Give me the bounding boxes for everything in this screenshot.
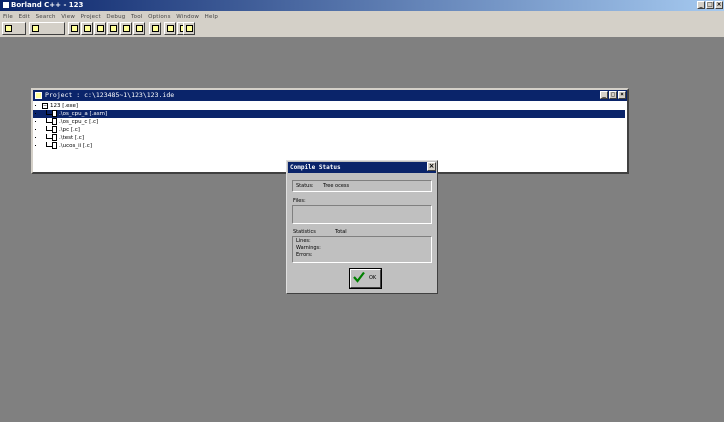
toolbar-search-button[interactable] — [68, 22, 80, 35]
minimize-button[interactable]: _ — [697, 1, 705, 9]
statistics-label: Statistics — [293, 229, 316, 235]
tree-node-label: .\test [.c] — [59, 135, 84, 141]
tree-bullet — [35, 129, 36, 130]
new-file-icon — [5, 25, 12, 32]
statistics-panel: Lines: Warnings: Errors: — [292, 236, 432, 263]
project-window-title-bar[interactable]: Project : c:\123485~1\123\123.ide _ □ × — [33, 90, 627, 101]
files-panel — [292, 205, 432, 224]
toolbar-run-button[interactable] — [133, 22, 145, 35]
files-label: Files: — [293, 198, 306, 204]
borland-app-icon[interactable] — [2, 1, 10, 9]
browse-icon — [186, 25, 193, 32]
tree-node-ucos-ii[interactable]: .\ucos_ii [.c] — [33, 142, 627, 150]
toolbar-new-open-button[interactable] — [2, 22, 26, 35]
source-file-icon — [52, 118, 57, 125]
source-file-icon — [52, 134, 57, 141]
ok-button[interactable]: OK — [349, 268, 382, 289]
tree-bullet — [35, 145, 36, 146]
compile-icon — [97, 25, 104, 32]
status-label: Status: — [296, 183, 314, 189]
ok-label: OK — [369, 275, 377, 281]
build-icon — [123, 25, 130, 32]
project-maximize-button[interactable]: □ — [609, 91, 617, 99]
menu-bar: File Edit Search View Project Debug Tool… — [0, 11, 724, 21]
source-file-icon — [52, 142, 57, 149]
total-label: Total — [335, 229, 347, 235]
run-icon — [136, 25, 143, 32]
lines-label: Lines: — [296, 238, 311, 244]
toolbar-browse-button[interactable] — [183, 22, 195, 35]
close-button[interactable]: × — [715, 1, 723, 9]
errors-label: Errors: — [296, 252, 313, 258]
toolbar-build-button[interactable] — [120, 22, 132, 35]
tree-root-node[interactable]: − 123 [.exe] — [33, 102, 627, 110]
toolbar-edit-group-button[interactable] — [29, 22, 65, 35]
checkmark-icon — [353, 271, 365, 283]
app-title: Borland C++ - 123 — [11, 1, 84, 9]
warnings-label: Warnings: — [296, 245, 321, 251]
tree-node-os-cpu-c[interactable]: .\os_cpu_c [.c] — [33, 118, 627, 126]
tree-bullet — [35, 137, 36, 138]
tree-bullet — [35, 113, 36, 114]
tree-node-pc[interactable]: .\pc [.c] — [33, 126, 627, 134]
status-value: Tree ocess — [323, 183, 350, 189]
make-icon — [110, 25, 117, 32]
toolbar-compile-button[interactable] — [94, 22, 106, 35]
source-file-icon — [52, 110, 57, 117]
compile-status-title-bar[interactable]: Compile Status — [288, 162, 436, 173]
tree-bullet — [35, 121, 36, 122]
toolbar-project-button[interactable] — [164, 22, 176, 35]
project-window-title: Project : c:\123485~1\123\123.ide — [45, 91, 175, 99]
status-panel: Status: Tree ocess — [292, 180, 432, 192]
toolbar-help-button[interactable] — [149, 22, 161, 35]
tree-node-label: .\pc [.c] — [59, 127, 80, 133]
cut-copy-icon — [32, 25, 39, 32]
collapse-icon[interactable]: − — [42, 103, 48, 109]
project-icon — [35, 92, 42, 99]
tree-node-label: .\ucos_ii [.c] — [59, 143, 92, 149]
tree-node-os-cpu-a[interactable]: .\os_cpu_a [.asm] — [33, 110, 625, 118]
project-minimize-button[interactable]: _ — [600, 91, 608, 99]
toolbar-make-button[interactable] — [107, 22, 119, 35]
project-icon — [167, 25, 174, 32]
compile-status-title: Compile Status — [290, 164, 341, 171]
source-file-icon — [52, 126, 57, 133]
tree-node-label: .\os_cpu_a [.asm] — [59, 110, 108, 118]
search-icon — [71, 25, 78, 32]
dialog-close-button[interactable]: × — [427, 162, 436, 171]
toolbar-debug-button[interactable] — [81, 22, 93, 35]
debug-icon — [84, 25, 91, 32]
toolbar — [0, 21, 724, 38]
app-title-bar[interactable]: Borland C++ - 123 _ □ × — [0, 0, 724, 11]
project-close-button[interactable]: × — [618, 91, 626, 99]
help-icon — [152, 25, 159, 32]
project-tree: − 123 [.exe] .\os_cpu_a [.asm] .\os_cpu_… — [33, 101, 627, 150]
tree-node-test[interactable]: .\test [.c] — [33, 134, 627, 142]
tree-root-label: 123 [.exe] — [50, 103, 79, 109]
tree-bullet — [35, 105, 36, 106]
maximize-button[interactable]: □ — [706, 1, 714, 9]
tree-node-label: .\os_cpu_c [.c] — [59, 119, 99, 125]
